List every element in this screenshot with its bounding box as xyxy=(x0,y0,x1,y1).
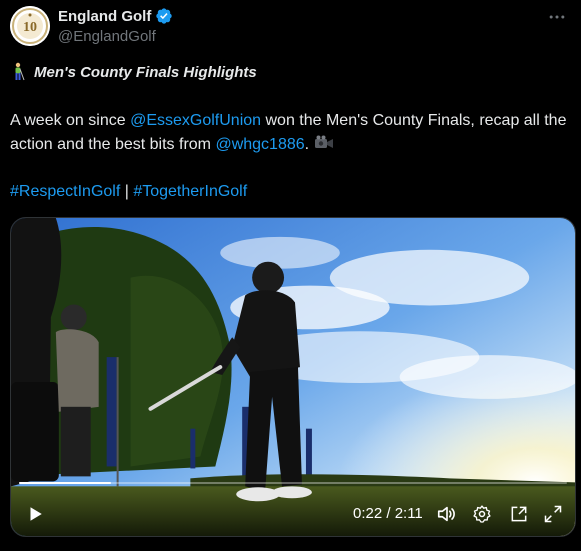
hashtag-separator: | xyxy=(120,183,134,200)
video-frame[interactable] xyxy=(11,218,575,536)
fullscreen-icon xyxy=(544,505,562,523)
video-progress-bar[interactable] xyxy=(19,482,567,484)
volume-icon xyxy=(437,506,455,522)
tweet-body: A week on since @EssexGolfUnion won the … xyxy=(10,109,570,157)
picture-in-picture-icon xyxy=(511,506,527,522)
author-names: England Golf @EnglandGolf xyxy=(58,6,173,45)
play-button[interactable] xyxy=(23,502,47,526)
video-time-readout: 0:22 / 2:11 xyxy=(353,505,423,522)
hashtags: #RespectInGolf | #TogetherInGolf xyxy=(10,180,247,204)
display-name[interactable]: England Golf xyxy=(58,8,151,25)
tweet: 10 England Golf @EnglandGolf Men's Count… xyxy=(0,0,581,551)
avatar[interactable]: 10 xyxy=(10,6,50,46)
svg-text:10: 10 xyxy=(23,20,37,35)
picture-in-picture-button[interactable] xyxy=(507,502,531,526)
more-button[interactable] xyxy=(543,6,571,28)
display-name-row: England Golf xyxy=(58,6,173,26)
verified-badge-icon[interactable] xyxy=(155,7,173,25)
mention-essexgolfunion[interactable]: @EssexGolfUnion xyxy=(130,112,261,129)
play-icon xyxy=(30,507,42,521)
video-progress-fill xyxy=(19,482,112,484)
settings-icon xyxy=(473,505,491,523)
hashtag-togetheringolf[interactable]: #TogetherInGolf xyxy=(133,183,247,200)
hashtag-respectingolf[interactable]: #RespectInGolf xyxy=(10,183,120,200)
body-text-part1: A week on since xyxy=(10,112,131,129)
volume-button[interactable] xyxy=(435,502,459,526)
video-player[interactable]: 0:22 / 2:11 xyxy=(10,217,576,537)
golfer-emoji-icon xyxy=(15,62,25,81)
more-icon xyxy=(549,15,565,19)
video-camera-emoji-icon xyxy=(314,135,333,148)
settings-button[interactable] xyxy=(470,502,494,526)
handle[interactable]: @EnglandGolf xyxy=(58,28,173,45)
england-golf-logo-icon: 10 xyxy=(10,6,50,46)
body-text-part3: . xyxy=(304,136,314,153)
tweet-title: Men's County Finals Highlights xyxy=(34,63,257,81)
fullscreen-button[interactable] xyxy=(541,502,565,526)
tweet-title-line: Men's County Finals Highlights xyxy=(10,62,257,82)
video-controls: 0:22 / 2:11 xyxy=(11,492,575,536)
mention-whgc1886[interactable]: @whgc1886 xyxy=(215,136,304,153)
